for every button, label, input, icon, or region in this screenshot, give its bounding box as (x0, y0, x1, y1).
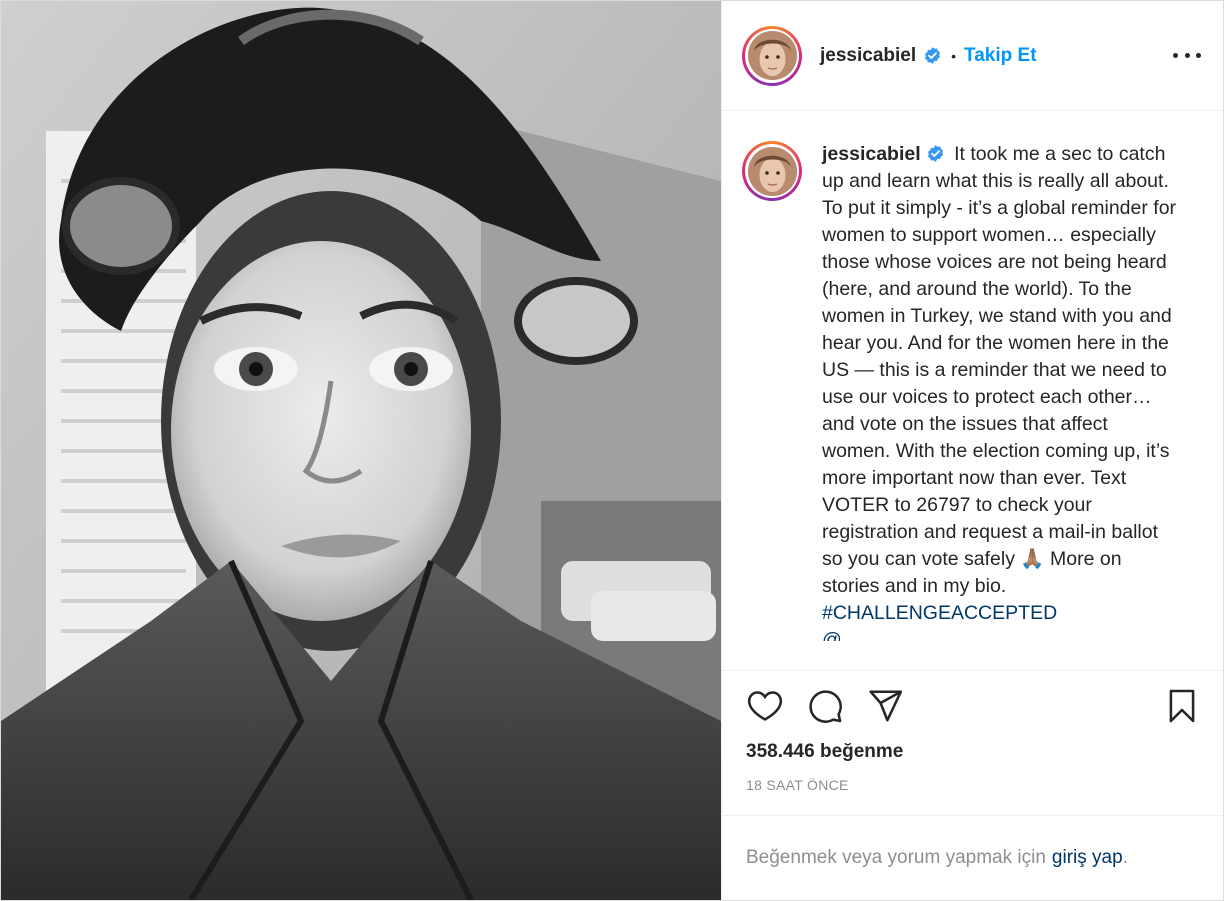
bookmark-icon[interactable] (1163, 687, 1201, 725)
caption-username[interactable]: jessicabiel (822, 143, 921, 165)
caption-text: jessicabiel It took me a sec to catch up… (822, 141, 1178, 670)
action-bar (722, 671, 1223, 741)
caption-avatar[interactable] (742, 141, 802, 201)
more-options-icon[interactable] (1173, 46, 1201, 66)
login-prompt-text: Beğenmek veya yorum yapmak için (746, 847, 1046, 868)
more-dot (1196, 53, 1201, 58)
avatar-border (745, 28, 799, 83)
verified-badge-icon (926, 144, 945, 163)
avatar-image (747, 31, 797, 80)
instagram-post: jessicabiel • Takip Et jessicabiel It to… (0, 0, 1224, 901)
verified-badge-icon (923, 46, 942, 65)
author-username[interactable]: jessicabiel (820, 45, 916, 67)
login-link[interactable]: giriş yap (1052, 847, 1123, 869)
selfie-image (1, 1, 721, 900)
post-timestamp[interactable]: 18 SAAT ÖNCE (722, 769, 1223, 815)
post-photo[interactable] (1, 1, 721, 900)
avatar-image (747, 146, 797, 196)
more-dot (1184, 53, 1190, 58)
author-avatar[interactable] (742, 25, 802, 86)
avatar-border (745, 144, 799, 198)
heart-icon[interactable] (746, 687, 784, 725)
caption-body: It took me a sec to catch up and learn w… (822, 143, 1177, 597)
login-prompt-bar: Beğenmek veya yorum yapmak için giriş ya… (722, 815, 1223, 900)
share-icon[interactable] (866, 687, 904, 725)
like-count[interactable]: 358.446 beğenme (722, 741, 1223, 769)
hashtag-link[interactable]: #CHALLENGEACCEPTED (822, 600, 1178, 627)
login-prompt-suffix: . (1122, 847, 1128, 868)
comment-icon[interactable] (806, 687, 844, 725)
more-dot (1173, 53, 1178, 58)
follow-button[interactable]: Takip Et (964, 45, 1037, 67)
mention-link[interactable]: @... (822, 627, 1178, 641)
header-separator: • (951, 47, 957, 64)
post-header: jessicabiel • Takip Et (722, 1, 1223, 111)
post-side-panel: jessicabiel • Takip Et jessicabiel It to… (721, 1, 1223, 900)
caption-section: jessicabiel It took me a sec to catch up… (722, 111, 1223, 671)
